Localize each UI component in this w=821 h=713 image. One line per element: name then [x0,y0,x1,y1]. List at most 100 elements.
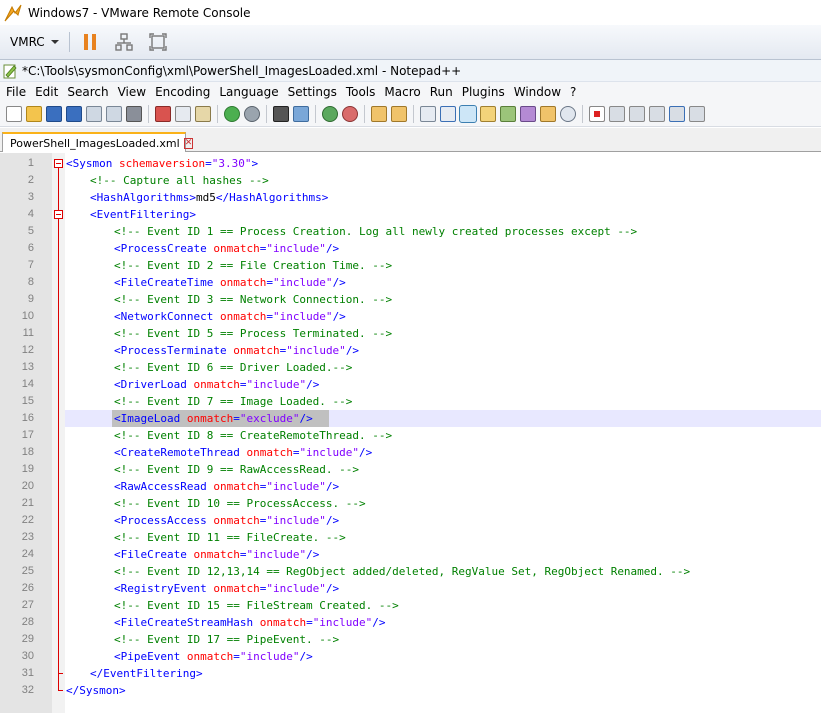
vmrc-menu-button[interactable]: VMRC [10,35,59,49]
code-line[interactable]: <!-- Event ID 12,13,14 == RegObject adde… [114,563,690,580]
close-file-icon[interactable] [86,105,102,122]
line-number: 14 [21,378,34,390]
redo-icon[interactable] [244,105,260,122]
menu-help[interactable]: ? [570,85,580,99]
monitoring-icon[interactable] [560,105,576,122]
code-line[interactable]: <FileCreate onmatch="include"/> [114,546,319,563]
code-line[interactable]: <!-- Event ID 2 == File Creation Time. -… [114,257,392,274]
zoom-out-icon[interactable] [342,105,358,122]
close-all-icon[interactable] [106,105,122,122]
code-line[interactable]: <!-- Event ID 8 == CreateRemoteThread. -… [114,427,392,444]
cut-icon[interactable] [155,105,171,122]
code-line[interactable]: <!-- Event ID 11 == FileCreate. --> [114,529,346,546]
menu-macro[interactable]: Macro [384,85,424,99]
code-token-val: "include" [266,514,326,527]
function-list-icon[interactable] [520,105,536,122]
menu-view[interactable]: View [118,85,150,99]
code-line[interactable]: <PipeEvent onmatch="include"/> [114,648,313,665]
menu-plugins[interactable]: Plugins [462,85,509,99]
run-macro-icon[interactable] [669,105,685,122]
code-token-tag: /> [325,582,340,595]
fold-toggle-icon[interactable] [54,210,63,219]
code-line[interactable]: <!-- Event ID 9 == RawAccessRead. --> [114,461,359,478]
line-number: 9 [27,293,34,305]
menu-window[interactable]: Window [514,85,565,99]
print-icon[interactable] [126,105,142,122]
code-token-tag: = [266,276,273,289]
copy-icon[interactable] [175,105,191,122]
code-token-tag: /> [325,514,340,527]
open-file-icon[interactable] [26,105,42,122]
code-line[interactable]: <!-- Event ID 7 == Image Loaded. --> [114,393,352,410]
fold-toggle-icon[interactable] [54,159,63,168]
sync-vertical-icon[interactable] [371,105,387,122]
code-line[interactable]: <!-- Event ID 5 == Process Terminated. -… [114,325,392,342]
menu-edit[interactable]: Edit [35,85,62,99]
code-line[interactable]: <ProcessAccess onmatch="include"/> [114,512,339,529]
find-icon[interactable] [273,105,289,122]
code-line[interactable]: <CreateRemoteThread onmatch="include"/> [114,444,372,461]
code-line[interactable]: <RawAccessRead onmatch="include"/> [114,478,339,495]
menu-settings[interactable]: Settings [288,85,341,99]
code-line[interactable]: <!-- Event ID 1 == Process Creation. Log… [114,223,637,240]
code-token-tag: <Sysmon [66,157,119,170]
play-macro-icon[interactable] [629,105,645,122]
stop-macro-icon[interactable] [609,105,625,122]
code-line[interactable]: <HashAlgorithms>md5</HashAlgorithms> [90,189,328,206]
code-line[interactable]: <ProcessTerminate onmatch="include"/> [114,342,359,359]
doc-map-icon[interactable] [500,105,516,122]
undo-icon[interactable] [224,105,240,122]
code-line[interactable]: <!-- Event ID 15 == FileStream Created. … [114,597,399,614]
save-all-icon[interactable] [66,105,82,122]
lang-udl-icon[interactable] [480,105,496,122]
record-macro-icon[interactable] [589,105,605,122]
word-wrap-icon[interactable] [420,105,436,122]
code-token-attr: onmatch [219,276,267,289]
menu-run[interactable]: Run [430,85,457,99]
zoom-in-icon[interactable] [322,105,338,122]
close-icon[interactable]: ✕ [183,137,194,149]
code-line[interactable]: <EventFiltering> [90,206,196,223]
menu-search[interactable]: Search [67,85,112,99]
code-line[interactable]: <!-- Event ID 6 == Driver Loaded.--> [114,359,352,376]
menu-encoding[interactable]: Encoding [155,85,214,99]
tab-file[interactable]: PowerShell_ImagesLoaded.xml ✕ [2,132,194,152]
code-line[interactable]: <Sysmon schemaversion="3.30"> [66,155,258,172]
line-number: 5 [27,225,34,237]
folder-workspace-icon[interactable] [540,105,556,122]
save-icon[interactable] [46,105,62,122]
code-token-cmt: <!-- Event ID 1 == Process Creation. Log… [114,225,638,238]
code-line[interactable]: <FileCreateTime onmatch="include"/> [114,274,346,291]
code-line[interactable]: <NetworkConnect onmatch="include"/> [114,308,346,325]
show-all-chars-icon[interactable] [440,105,456,122]
menu-language[interactable]: Language [219,85,282,99]
line-number: 28 [21,616,34,628]
replace-icon[interactable] [293,105,309,122]
play-multiple-icon[interactable] [649,105,665,122]
code-line[interactable]: </EventFiltering> [90,665,203,682]
code-line[interactable]: <!-- Event ID 3 == Network Connection. -… [114,291,392,308]
new-file-icon[interactable] [6,105,22,122]
code-line[interactable]: <ImageLoad onmatch="exclude"/> [114,410,313,427]
code-line[interactable]: <RegistryEvent onmatch="include"/> [114,580,339,597]
code-line[interactable]: <!-- Event ID 10 == ProcessAccess. --> [114,495,366,512]
code-token-tag: <RawAccessRead [114,480,214,493]
paste-icon[interactable] [195,105,211,122]
indent-guide-icon[interactable] [459,104,477,123]
menu-tools[interactable]: Tools [346,85,380,99]
toolbar-divider [217,104,218,123]
pause-button[interactable] [80,32,100,52]
code-line[interactable]: <!-- Capture all hashes --> [90,172,269,189]
code-line[interactable]: <DriverLoad onmatch="include"/> [114,376,319,393]
code-line[interactable]: <!-- Event ID 17 == PipeEvent. --> [114,631,339,648]
code-line[interactable]: </Sysmon> [66,682,126,699]
code-line[interactable]: <FileCreateStreamHash onmatch="include"/… [114,614,386,631]
menu-file[interactable]: File [6,85,30,99]
fullscreen-button[interactable] [148,32,168,52]
code-token-tag: <EventFiltering> [90,208,196,221]
save-macro-icon[interactable] [689,105,705,122]
sync-horizontal-icon[interactable] [391,105,407,122]
code-line[interactable]: <ProcessCreate onmatch="include"/> [114,240,339,257]
network-button[interactable] [114,32,134,52]
code-editor[interactable]: 1 <Sysmon schemaversion="3.30"> 2 <!-- Capt… [0,153,821,713]
